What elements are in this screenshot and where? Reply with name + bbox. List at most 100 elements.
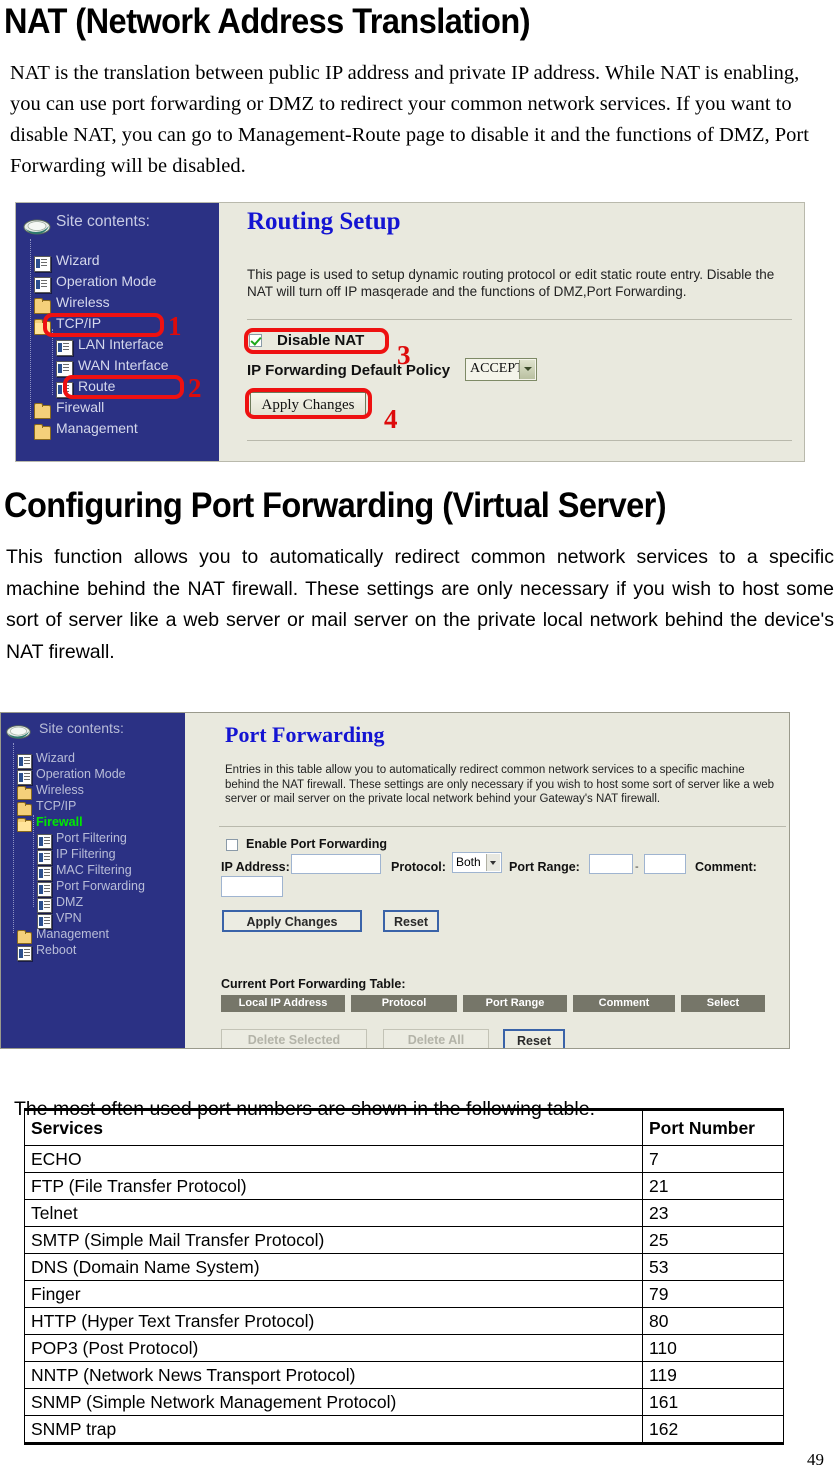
column-header-services: Services (24, 1108, 643, 1146)
cell-service: SNMP trap (24, 1415, 643, 1445)
cell-port: 80 (642, 1307, 784, 1335)
port-forwarding-screenshot: Site contents: Wizard Operation Mode Wir… (0, 712, 790, 1049)
cell-port: 110 (642, 1334, 784, 1362)
sidebar-item-label: TCP/IP (36, 799, 77, 813)
apply-changes-button[interactable]: Apply Changes (250, 392, 366, 416)
delete-all-button[interactable]: Delete All (383, 1029, 489, 1048)
sidebar-item-port-forwarding[interactable]: Port Forwarding (37, 879, 145, 897)
annotation-number-3: 3 (397, 340, 411, 370)
divider (219, 826, 786, 827)
port-range-to-input[interactable] (644, 854, 686, 874)
table-row: DNS (Domain Name System) 53 (24, 1253, 784, 1281)
sidebar-item-label: Management (36, 927, 109, 941)
port-forwarding-panel: Port Forwarding Entries in this table al… (185, 713, 789, 1048)
sidebar-item-wizard[interactable]: Wizard (34, 252, 100, 273)
sidebar-item-label: Port Filtering (56, 831, 127, 845)
port-range-separator: - (635, 861, 639, 873)
cell-service: DNS (Domain Name System) (24, 1253, 643, 1281)
routing-panel-description: This page is used to setup dynamic routi… (247, 267, 775, 299)
page-icon (56, 361, 73, 378)
port-forwarding-sidebar: Site contents: Wizard Operation Mode Wir… (1, 713, 185, 1048)
folder-icon (17, 786, 32, 801)
folder-icon (34, 402, 51, 419)
bottom-reset-button[interactable]: Reset (503, 1029, 565, 1048)
cell-service: SMTP (Simple Mail Transfer Protocol) (24, 1226, 643, 1254)
sidebar-item-tcpip[interactable]: TCP/IP (34, 315, 102, 335)
sidebar-item-firewall[interactable]: Firewall (34, 399, 104, 419)
page-icon (17, 946, 32, 961)
paragraph-port-forwarding: This function allows you to automaticall… (6, 546, 834, 663)
sidebar-item-reboot[interactable]: Reboot (17, 943, 76, 961)
table-row: SNMP trap 162 (24, 1415, 784, 1445)
ip-forwarding-policy-value: ACCEPT (470, 361, 524, 376)
sidebar-item-label: Wireless (36, 783, 84, 797)
apply-changes-button[interactable]: Apply Changes (222, 910, 362, 932)
cell-service: NNTP (Network News Transport Protocol) (24, 1361, 643, 1389)
folder-open-icon (17, 818, 32, 833)
table-row: ECHO 7 (24, 1145, 784, 1173)
divider (247, 319, 792, 320)
sidebar-item-label: TCP/IP (56, 315, 102, 331)
table-header-select: Select (681, 995, 765, 1012)
divider (247, 440, 792, 441)
chevron-down-icon[interactable] (519, 360, 535, 379)
delete-selected-button[interactable]: Delete Selected (221, 1029, 367, 1048)
reset-button[interactable]: Reset (383, 910, 439, 932)
table-row: HTTP (Hyper Text Transfer Protocol) 80 (24, 1307, 784, 1335)
annotation-number-4: 4 (384, 404, 398, 434)
cell-port: 7 (642, 1145, 784, 1173)
ip-forwarding-policy-select[interactable]: ACCEPT (465, 358, 537, 381)
table-row: POP3 (Post Protocol) 110 (24, 1334, 784, 1362)
page-icon (37, 898, 52, 913)
table-row: FTP (File Transfer Protocol) 21 (24, 1172, 784, 1200)
sidebar-item-label: Port Forwarding (56, 879, 145, 893)
enable-port-forwarding-label: Enable Port Forwarding (246, 837, 387, 851)
sidebar-item-management[interactable]: Management (34, 420, 138, 440)
cell-service: POP3 (Post Protocol) (24, 1334, 643, 1362)
sidebar-item-label: WAN Interface (78, 357, 169, 373)
chevron-down-icon[interactable] (486, 854, 500, 871)
table-header-row: Services Port Number (24, 1108, 784, 1146)
cell-port: 162 (642, 1415, 784, 1445)
port-range-from-input[interactable] (589, 854, 633, 874)
sidebar-item-label: MAC Filtering (56, 863, 132, 877)
current-port-forwarding-table-caption: Current Port Forwarding Table: (221, 977, 406, 991)
page-icon (34, 256, 51, 273)
table-header-local-ip-address: Local IP Address (221, 995, 345, 1012)
protocol-select[interactable]: Both (452, 852, 502, 873)
cell-service: FTP (File Transfer Protocol) (24, 1172, 643, 1200)
sidebar-item-wireless[interactable]: Wireless (34, 294, 110, 314)
port-range-label: Port Range: (509, 860, 580, 874)
comment-input[interactable] (221, 876, 283, 897)
cell-service: ECHO (24, 1145, 643, 1173)
disable-nat-checkbox[interactable] (249, 334, 262, 347)
annotation-number-1: 1 (168, 311, 182, 341)
sidebar-item-operation-mode[interactable]: Operation Mode (34, 273, 157, 294)
ip-address-label: IP Address: (221, 860, 290, 874)
sidebar-item-route[interactable]: Route (56, 378, 115, 399)
sidebar-item-lan-interface[interactable]: LAN Interface (56, 336, 164, 357)
port-forwarding-panel-title: Port Forwarding (225, 722, 385, 747)
protocol-label: Protocol: (391, 860, 446, 874)
page-title-port-forwarding: Configuring Port Forwarding (Virtual Ser… (4, 486, 667, 525)
cell-port: 119 (642, 1361, 784, 1389)
cell-port: 21 (642, 1172, 784, 1200)
enable-port-forwarding-checkbox[interactable] (226, 839, 238, 851)
routing-sidebar: Site contents: Wizard Operation Mode Wir… (16, 203, 219, 461)
page-title-nat: NAT (Network Address Translation) (4, 2, 531, 41)
tree-line (13, 743, 14, 933)
folder-icon (17, 802, 32, 817)
page-icon (37, 866, 52, 881)
protocol-value: Both (456, 855, 481, 869)
table-row: SMTP (Simple Mail Transfer Protocol) 25 (24, 1226, 784, 1254)
sidebar-item-label: Management (56, 420, 138, 436)
page-number: 49 (807, 1450, 824, 1469)
column-header-port-number: Port Number (642, 1108, 784, 1146)
ip-address-input[interactable] (291, 854, 381, 874)
sidebar-item-label: Operation Mode (56, 273, 157, 289)
page-icon (56, 340, 73, 357)
page-icon (37, 834, 52, 849)
port-forwarding-panel-description: Entries in this table allow you to autom… (225, 764, 775, 805)
sidebar-item-wan-interface[interactable]: WAN Interface (56, 357, 169, 378)
site-contents-icon (6, 725, 31, 739)
